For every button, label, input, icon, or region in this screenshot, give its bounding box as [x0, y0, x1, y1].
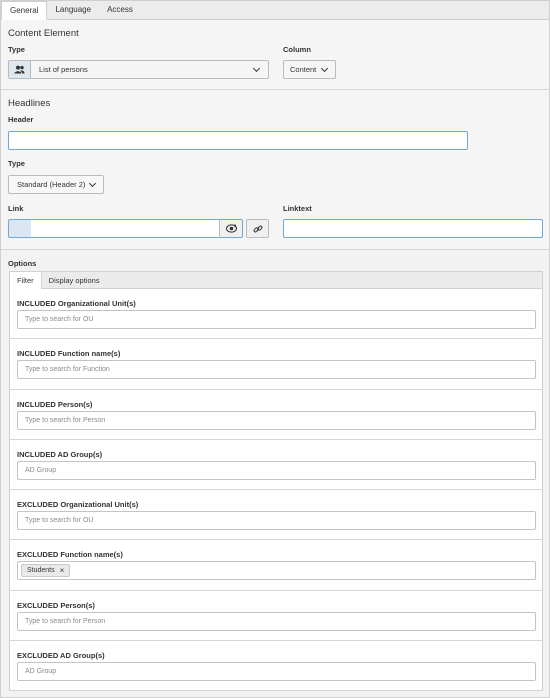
headlines-section: Headlines Header Type Standard (Header 2… — [1, 90, 549, 250]
tab-access[interactable]: Access — [99, 1, 141, 19]
field-placeholder: Type to search for Person — [25, 416, 106, 424]
tab-general[interactable]: General — [1, 1, 48, 20]
excluded-person-input[interactable]: Type to search for Person — [17, 611, 536, 631]
header-type-select[interactable]: Standard (Header 2) — [8, 175, 104, 194]
options-panel: Filter Display options INCLUDED Organiza… — [9, 271, 543, 692]
chain-link-icon — [253, 225, 262, 232]
filter-excluded-ou: EXCLUDED Organizational Unit(s) Type to … — [9, 490, 543, 541]
link-field-group — [8, 219, 243, 238]
field-label: INCLUDED Person(s) — [17, 399, 93, 409]
field-label: EXCLUDED AD Group(s) — [17, 651, 105, 661]
column-select-value: Content — [290, 65, 317, 74]
chip-label: Students — [27, 567, 55, 575]
field-placeholder: AD Group — [25, 466, 57, 474]
users-icon — [9, 61, 31, 78]
field-placeholder: Type to search for Function — [25, 366, 110, 374]
column-label: Column — [283, 45, 311, 54]
header-type-label: Type — [8, 159, 25, 168]
filter-excluded-function: EXCLUDED Function name(s) Students × — [9, 540, 543, 591]
excluded-function-input[interactable]: Students × — [17, 561, 536, 581]
link-label: Link — [8, 204, 24, 213]
linktext-label: Linktext — [283, 204, 312, 213]
link-browser-icon — [225, 224, 237, 233]
field-placeholder: Type to search for OU — [25, 316, 94, 323]
type-label: Type — [8, 45, 25, 54]
link-input[interactable] — [31, 219, 219, 238]
included-ad-group-input[interactable]: AD Group — [17, 460, 536, 480]
included-person-input[interactable]: Type to search for Person — [17, 410, 536, 430]
included-function-input[interactable]: Type to search for Function — [17, 360, 536, 380]
tab-filter[interactable]: Filter — [10, 272, 42, 289]
remove-chip-icon[interactable]: × — [60, 566, 65, 575]
link-wizard-button[interactable] — [246, 219, 269, 238]
header-type-value: Standard (Header 2) — [17, 180, 86, 189]
chevron-down-icon — [252, 64, 261, 72]
content-element-form: General Language Access Content Element … — [0, 0, 550, 698]
field-placeholder: Type to search for OU — [25, 517, 94, 525]
filter-included-person: INCLUDED Person(s) Type to search for Pe… — [9, 389, 543, 440]
field-label: INCLUDED Organizational Unit(s) — [17, 299, 136, 308]
field-label: EXCLUDED Function name(s) — [17, 550, 123, 560]
field-label: EXCLUDED Person(s) — [17, 600, 95, 610]
type-select[interactable]: List of persons — [8, 60, 269, 79]
type-select-value: List of persons — [39, 65, 88, 74]
filter-included-function: INCLUDED Function name(s) Type to search… — [9, 339, 543, 390]
chevron-down-icon — [88, 179, 97, 187]
header-label: Header — [8, 115, 34, 124]
section-title-options: Options — [8, 259, 37, 268]
column-select[interactable]: Content — [283, 60, 336, 79]
field-label: INCLUDED Function name(s) — [17, 349, 121, 359]
filter-excluded-ad-group: EXCLUDED AD Group(s) AD Group — [9, 641, 543, 692]
link-browser-button[interactable] — [219, 219, 243, 238]
top-tab-bar: General Language Access — [1, 1, 549, 20]
field-label: INCLUDED AD Group(s) — [17, 449, 103, 459]
filter-excluded-person: EXCLUDED Person(s) Type to search for Pe… — [9, 590, 543, 642]
filter-included-ou: INCLUDED Organizational Unit(s) Type to … — [9, 289, 543, 340]
content-element-section: Content Element Type List of persons Col… — [1, 20, 549, 90]
link-type-indicator — [8, 219, 31, 238]
header-input[interactable] — [8, 131, 468, 150]
filter-included-ad-group: INCLUDED AD Group(s) AD Group — [9, 439, 543, 491]
field-label: EXCLUDED Organizational Unit(s) — [17, 500, 139, 510]
field-placeholder: AD Group — [25, 668, 57, 676]
included-ou-input[interactable]: Type to search for OU — [17, 310, 536, 329]
chevron-down-icon — [320, 64, 329, 72]
section-title-content-element: Content Element — [8, 28, 79, 39]
field-placeholder: Type to search for Person — [25, 617, 106, 625]
linktext-input[interactable] — [283, 219, 543, 238]
excluded-ou-input[interactable]: Type to search for OU — [17, 511, 536, 531]
options-tab-bar: Filter Display options — [9, 271, 543, 289]
selected-chip: Students × — [21, 564, 71, 578]
tab-language[interactable]: Language — [47, 1, 99, 19]
excluded-ad-group-input[interactable]: AD Group — [17, 662, 536, 682]
section-title-headlines: Headlines — [8, 98, 51, 109]
tab-display-options[interactable]: Display options — [42, 272, 107, 288]
